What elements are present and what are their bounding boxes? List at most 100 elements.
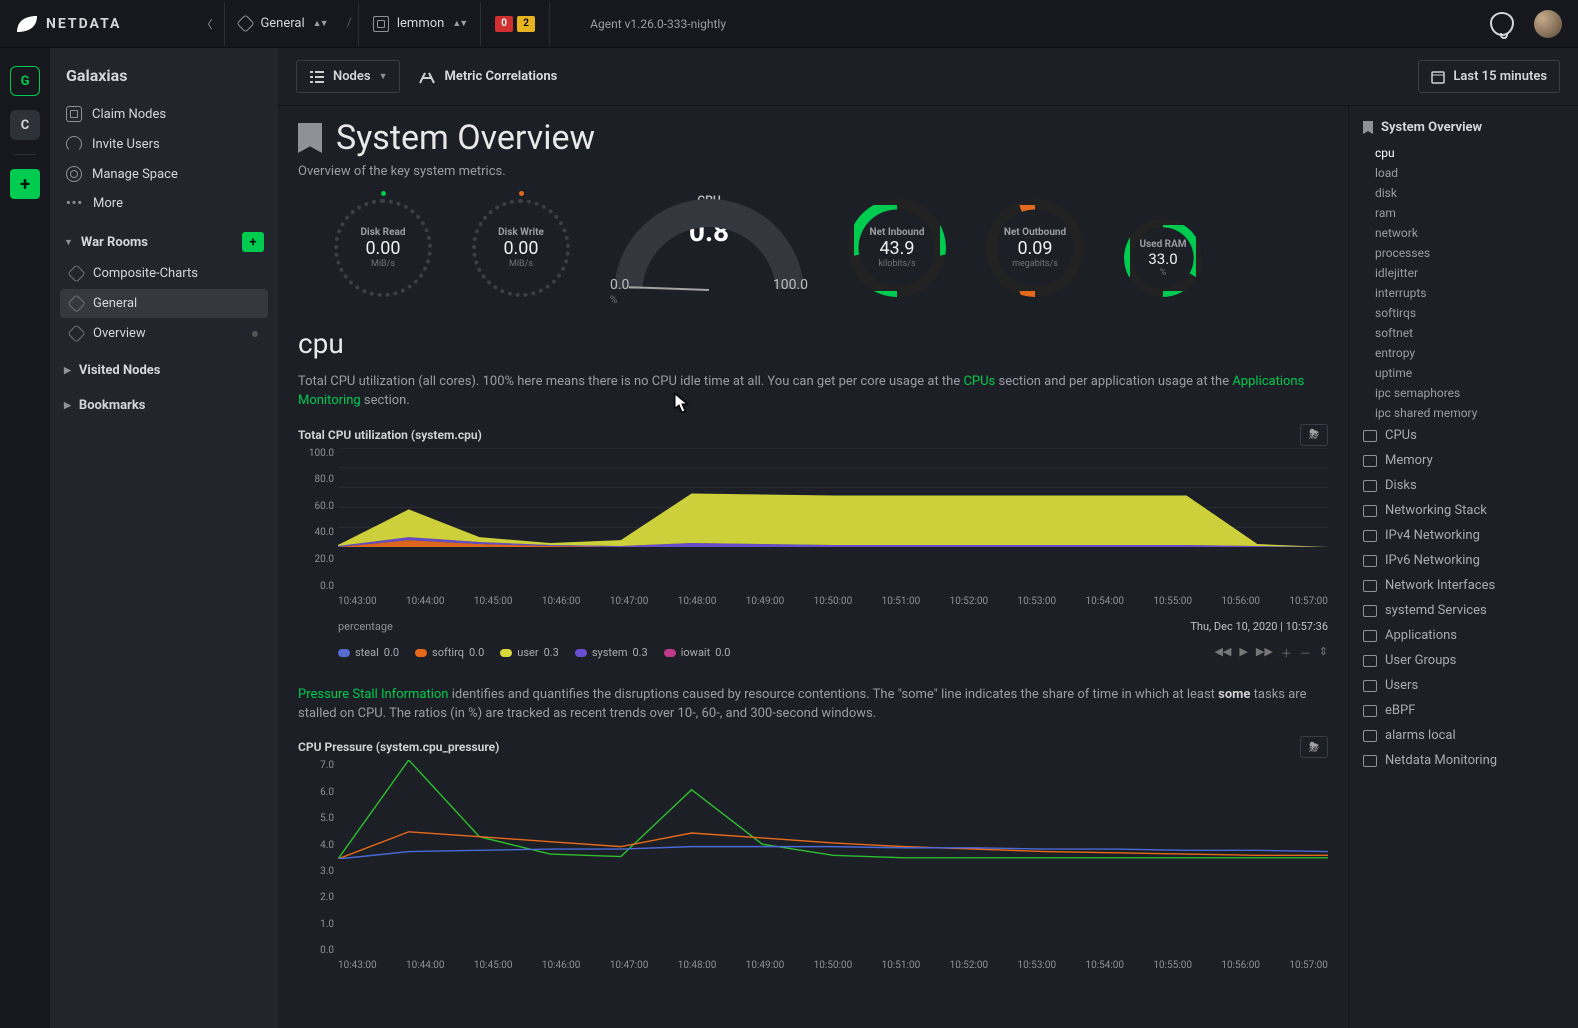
- chart-title: CPU Pressure (system.cpu_pressure): [298, 740, 499, 754]
- avatar[interactable]: [1534, 10, 1562, 38]
- legend-user[interactable]: user 0.3: [500, 646, 559, 659]
- rightnav-sub-softirqs[interactable]: softirqs: [1349, 303, 1578, 323]
- space-button-c[interactable]: C: [10, 110, 40, 140]
- rightnav-group-ipv4-networking[interactable]: IPv4 Networking: [1349, 523, 1578, 548]
- bookmarks-head[interactable]: ▶ Bookmarks: [56, 384, 272, 419]
- breadcrumb-room[interactable]: General ▲▼: [224, 2, 340, 46]
- sidebar-item-label: Manage Space: [92, 167, 178, 182]
- legend-steal[interactable]: steal 0.0: [338, 646, 399, 659]
- gauge-disk-write[interactable]: Disk Write 0.00 MiB/s: [466, 193, 576, 303]
- visited-nodes-head[interactable]: ▶ Visited Nodes: [56, 349, 272, 384]
- nodes-dropdown[interactable]: Nodes ▼: [296, 60, 400, 93]
- group-icon: [1363, 655, 1377, 667]
- rightnav-group-disks[interactable]: Disks: [1349, 473, 1578, 498]
- rightnav-system-overview[interactable]: System Overview: [1349, 112, 1578, 143]
- rightnav-sub-uptime[interactable]: uptime: [1349, 363, 1578, 383]
- chart-zoomin-icon[interactable]: ＋: [1281, 645, 1292, 661]
- space-button-g[interactable]: G: [10, 66, 40, 96]
- status-led: [381, 191, 386, 196]
- rightnav-group-networking-stack[interactable]: Networking Stack: [1349, 498, 1578, 523]
- rightnav-sub-softnet[interactable]: softnet: [1349, 323, 1578, 343]
- chevron-right-icon: ▶: [64, 366, 71, 376]
- rightnav-sub-ipc-semaphores[interactable]: ipc semaphores: [1349, 383, 1578, 403]
- gauge-disk-read[interactable]: Disk Read 0.00 MiB/s: [328, 193, 438, 303]
- link-psi[interactable]: Pressure Stall Information: [298, 687, 449, 702]
- rightnav-sub-entropy[interactable]: entropy: [1349, 343, 1578, 363]
- rightnav-group-cpus[interactable]: CPUs: [1349, 423, 1578, 448]
- rightnav-sub-idlejitter[interactable]: idlejitter: [1349, 263, 1578, 283]
- legend-softirq[interactable]: softirq 0.0: [415, 646, 484, 659]
- space-title: Galaxias: [56, 62, 272, 99]
- chart-zoomout-icon[interactable]: －: [1300, 645, 1311, 661]
- room-general[interactable]: General: [60, 289, 268, 318]
- rightnav-group-applications[interactable]: Applications: [1349, 623, 1578, 648]
- rightnav-group-systemd-services[interactable]: systemd Services: [1349, 598, 1578, 623]
- group-icon: [1363, 730, 1377, 742]
- add-space-button[interactable]: +: [10, 169, 40, 199]
- sidebar-collapse-icon[interactable]: 〈: [201, 16, 212, 32]
- gauge-net-out[interactable]: Net Outbound 0.09 megabits/s: [980, 193, 1090, 303]
- gauge-cpu[interactable]: CPU 0.8 0.0100.0 %: [604, 193, 814, 303]
- rightnav-title: System Overview: [1381, 120, 1482, 135]
- chart-play-icon[interactable]: ▶: [1239, 645, 1247, 661]
- netdata-logo[interactable]: NETDATA: [16, 15, 201, 33]
- chart-settings-button[interactable]: ⛈: [1300, 424, 1328, 446]
- list-icon: [309, 70, 325, 84]
- sidebar-invite-users[interactable]: Invite Users: [56, 129, 272, 159]
- rightnav-sub-load[interactable]: load: [1349, 163, 1578, 183]
- y-axis-labels: 100.080.060.040.020.00.0: [298, 448, 334, 592]
- chart-rewind-icon[interactable]: ◀◀: [1214, 645, 1231, 661]
- chart-legend-items: steal 0.0 softirq 0.0 user 0.3 system 0.…: [298, 645, 1328, 673]
- link-cpus[interactable]: CPUs: [963, 374, 995, 389]
- bookmark-icon[interactable]: [298, 123, 322, 153]
- sidebar-claim-nodes[interactable]: Claim Nodes: [56, 99, 272, 129]
- rightnav-sub-network[interactable]: network: [1349, 223, 1578, 243]
- content: System Overview Overview of the key syst…: [278, 106, 1348, 1028]
- time-picker[interactable]: Last 15 minutes: [1418, 60, 1560, 93]
- chart-forward-icon[interactable]: ▶▶: [1256, 645, 1273, 661]
- sidebar-more[interactable]: ••• More: [56, 189, 272, 218]
- rightnav-group-ebpf[interactable]: eBPF: [1349, 698, 1578, 723]
- rightnav-sub-processes[interactable]: processes: [1349, 243, 1578, 263]
- rightnav-sub-cpu[interactable]: cpu: [1349, 143, 1578, 163]
- rightnav-group-user-groups[interactable]: User Groups: [1349, 648, 1578, 673]
- rightnav-group-users[interactable]: Users: [1349, 673, 1578, 698]
- gauge-row: Disk Read 0.00 MiB/s Disk Write 0.00 MiB…: [298, 189, 1328, 313]
- rightnav-group-network-interfaces[interactable]: Network Interfaces: [1349, 573, 1578, 598]
- metric-correlations-button[interactable]: Metric Correlations: [418, 69, 557, 85]
- chevron-right-icon: ▶: [64, 401, 71, 411]
- gauge-ram[interactable]: Used RAM 33.0 %: [1118, 213, 1208, 303]
- gauge-net-in[interactable]: Net Inbound 43.9 kilobits/s: [842, 193, 952, 303]
- rightnav-sub-interrupts[interactable]: interrupts: [1349, 283, 1578, 303]
- room-composite[interactable]: Composite-Charts: [60, 259, 268, 288]
- rightnav-group-memory[interactable]: Memory: [1349, 448, 1578, 473]
- add-room-button[interactable]: +: [242, 232, 264, 252]
- chart-system-cpu[interactable]: 100.080.060.040.020.00.0 10:43:0010:44:0…: [298, 448, 1328, 614]
- chart-settings-button[interactable]: ⛈: [1300, 736, 1328, 758]
- rightnav-sub-disk[interactable]: disk: [1349, 183, 1578, 203]
- alert-badges[interactable]: 0 2: [480, 2, 549, 46]
- bell-icon[interactable]: [1490, 12, 1514, 36]
- room-icon: [67, 264, 85, 282]
- rightnav-sub-ipc-shared-memory[interactable]: ipc shared memory: [1349, 403, 1578, 423]
- legend-system[interactable]: system 0.3: [575, 646, 648, 659]
- main: Nodes ▼ Metric Correlations Last 15 minu…: [278, 48, 1578, 1028]
- chart-resize-icon[interactable]: ⇕: [1319, 645, 1328, 661]
- sidebar-manage-space[interactable]: Manage Space: [56, 159, 272, 189]
- leaf-icon: [16, 15, 38, 33]
- legend-iowait[interactable]: iowait 0.0: [664, 646, 731, 659]
- breadcrumb-node[interactable]: lemmon ▲▼: [358, 2, 480, 46]
- rightnav-group-alarms-local[interactable]: alarms local: [1349, 723, 1578, 748]
- time-label: Last 15 minutes: [1453, 69, 1547, 84]
- rightnav-sub-ram[interactable]: ram: [1349, 203, 1578, 223]
- war-rooms-head[interactable]: ▼ War Rooms +: [56, 218, 272, 258]
- gauge-min: 0.0: [610, 277, 629, 293]
- chart-cpu-pressure[interactable]: 7.06.05.04.03.02.01.00.0 10:43:0010:44:0…: [298, 760, 1328, 978]
- rightnav-group-netdata-monitoring[interactable]: Netdata Monitoring: [1349, 748, 1578, 773]
- more-icon: •••: [66, 196, 83, 211]
- section-title: Bookmarks: [79, 398, 146, 413]
- toolbar: Nodes ▼ Metric Correlations Last 15 minu…: [278, 48, 1578, 106]
- sidebar-item-label: Invite Users: [92, 137, 160, 152]
- room-overview[interactable]: Overview: [60, 319, 268, 348]
- rightnav-group-ipv6-networking[interactable]: IPv6 Networking: [1349, 548, 1578, 573]
